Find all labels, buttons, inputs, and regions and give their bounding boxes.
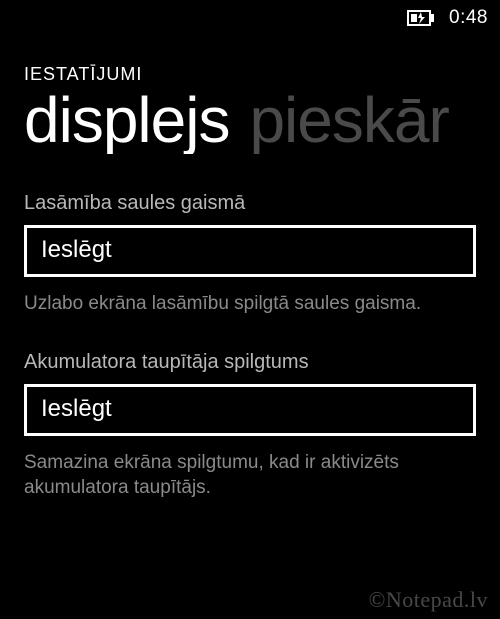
pivot-tab-touch[interactable]: pieskār xyxy=(249,87,448,154)
pivot-tab-display[interactable]: displejs xyxy=(24,87,229,154)
setting-description: Uzlabo ekrāna lasāmību spilgtā saules ga… xyxy=(24,291,476,317)
setting-description: Samazina ekrāna spilgtumu, kad ir aktivi… xyxy=(24,450,476,501)
watermark: ©Notepad.lv xyxy=(369,587,488,613)
setting-label: Lasāmība saules gaismā xyxy=(24,192,476,215)
setting-battery-saver-brightness: Akumulatora taupītāja spilgtums Ieslēgt … xyxy=(24,351,476,501)
status-bar: 0:48 xyxy=(0,0,500,36)
settings-content: Lasāmība saules gaismā Ieslēgt Uzlabo ek… xyxy=(0,154,500,501)
battery-saver-brightness-select[interactable]: Ieslēgt xyxy=(24,384,476,436)
setting-sunlight-readability: Lasāmība saules gaismā Ieslēgt Uzlabo ek… xyxy=(24,192,476,317)
settings-section-title: IESTATĪJUMI xyxy=(0,36,500,85)
setting-label: Akumulatora taupītāja spilgtums xyxy=(24,351,476,374)
sunlight-readability-select[interactable]: Ieslēgt xyxy=(24,225,476,277)
pivot-tabs[interactable]: displejs pieskār xyxy=(0,87,500,154)
clock: 0:48 xyxy=(449,7,488,29)
battery-charging-icon xyxy=(407,10,437,26)
